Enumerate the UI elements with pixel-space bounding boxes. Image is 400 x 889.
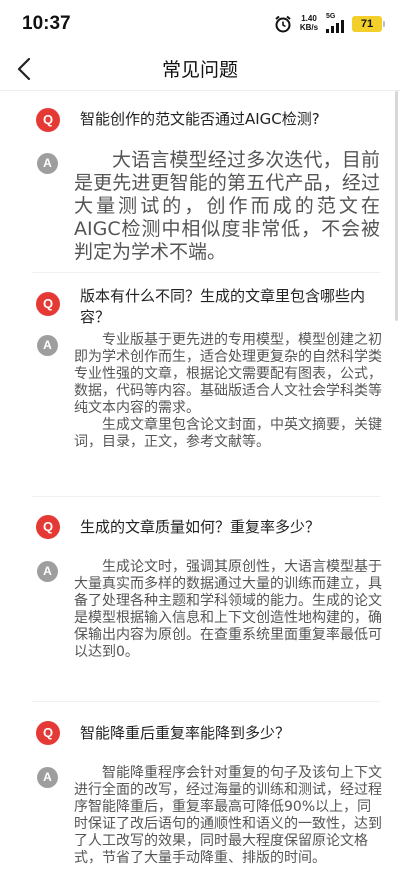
answer-badge: A [37,153,58,174]
page-title: 常见问题 [161,59,238,81]
answer-badge: A [37,561,58,582]
answer-badge: A [37,335,58,356]
faq-answer-paragraph: 大语言模型经过多次迭代，目前是更先进更智能的第五代产品，经过大量测试的，创作而成… [74,149,380,263]
network-speed-value: 1.40 [301,14,317,23]
question-badge: Q [36,515,60,539]
question-badge: Q [36,108,60,132]
status-time: 10:37 [22,13,71,34]
faq-divider [32,496,380,497]
faq-question: 版本有什么不同？生成的文章里包含哪些内容？ [80,287,366,326]
nav-bar: 常见问题 [0,48,400,90]
faq-question: 生成的文章质量如何？重复率多少？ [80,518,321,536]
status-bar: 10:37 1.40 KB/s 5G 71 [0,0,400,48]
faq-answer-paragraph: 专业版基于更先进的专用模型，模型创建之初即为学术创作而生，适合处理更复杂的自然科… [74,332,382,416]
network-speed: 1.40 KB/s [298,14,320,32]
scrollbar[interactable] [395,91,398,321]
network-speed-unit: KB/s [299,23,319,32]
faq-answer: 专业版基于更先进的专用模型，模型创建之初即为学术创作而生，适合处理更复杂的自然科… [74,332,384,451]
faq-answer: 大语言模型经过多次迭代，目前是更先进更智能的第五代产品，经过大量测试的，创作而成… [74,149,380,264]
faq-question: 智能创作的范文能否通过AIGC检测? [80,110,320,128]
question-badge: Q [36,292,60,316]
faq-answer: 生成论文时，强调其原创性，大语言模型基于大量真实而多样的数据通过大量的训练而建立… [74,559,384,661]
faq-divider [32,701,380,702]
answer-badge: A [37,767,58,788]
faq-list[interactable]: Q 智能创作的范文能否通过AIGC检测? A 大语言模型经过多次迭代，目前是更先… [0,91,392,889]
faq-divider [32,272,380,273]
faq-answer-paragraph: 智能降重程序会针对重复的句子及该句上下文进行全面的改写，经过海量的训练和测试，经… [74,765,382,866]
alarm-clock-icon [275,15,291,33]
faq-question: 智能降重后重复率能降到多少？ [80,724,291,742]
question-badge: Q [36,721,60,745]
signal-strength-icon [326,20,344,33]
battery-indicator: 71 [352,16,385,32]
faq-answer: 智能降重程序会针对重复的句子及该句上下文进行全面的改写，经过海量的训练和测试，经… [74,765,384,867]
faq-answer-paragraph: 生成文章里包含论文封面，中英文摘要，关键词，目录，正文，参考文献等。 [74,417,382,450]
faq-answer-paragraph: 生成论文时，强调其原创性，大语言模型基于大量真实而多样的数据通过大量的训练而建立… [74,559,382,660]
